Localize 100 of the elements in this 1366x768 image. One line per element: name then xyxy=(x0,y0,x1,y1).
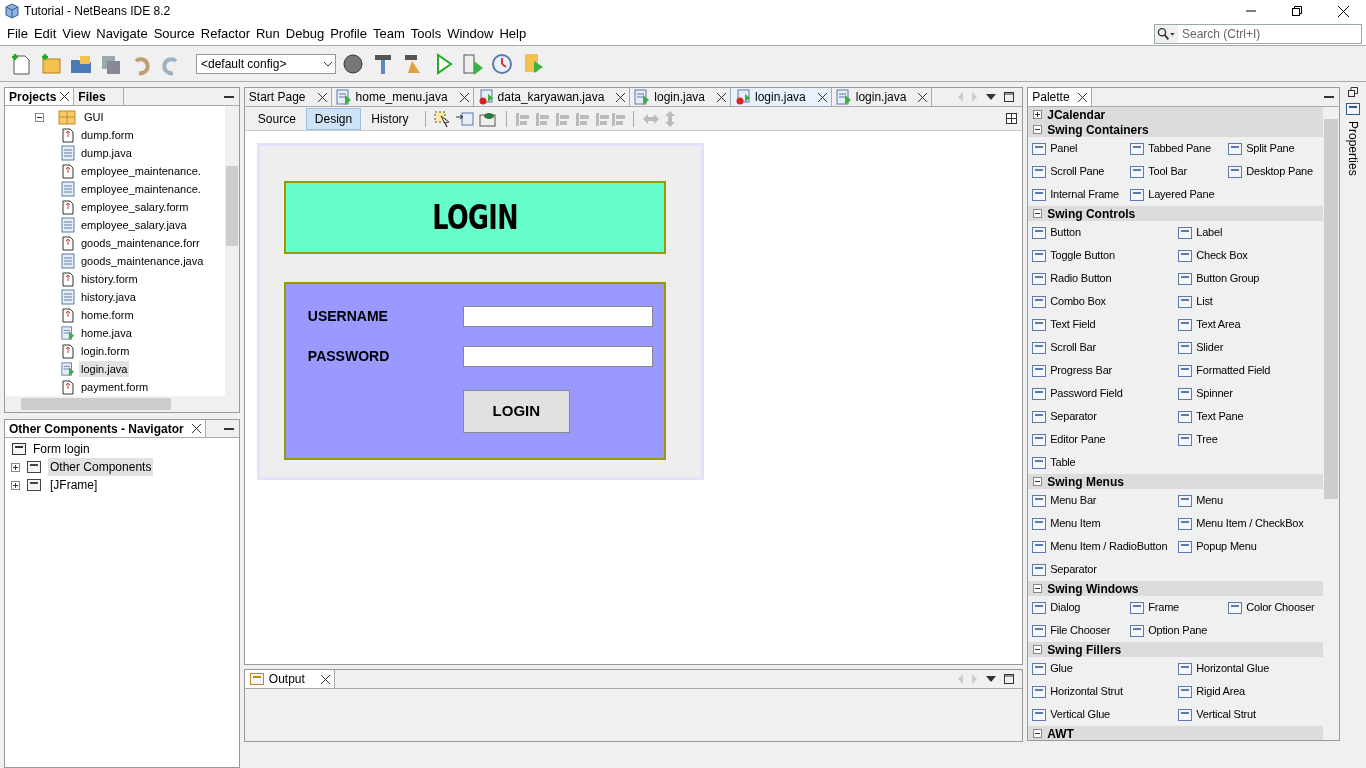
top-menu[interactable]: Team xyxy=(370,23,408,44)
file-node[interactable]: employee_maintenance. xyxy=(79,162,203,180)
palette-item[interactable]: Tree xyxy=(1196,431,1220,448)
top-menu[interactable]: Run xyxy=(252,23,283,44)
file-node[interactable]: login.form xyxy=(79,342,132,360)
palette-item[interactable]: Combo Box xyxy=(1050,293,1108,310)
top-menu[interactable]: Source xyxy=(150,23,198,44)
palette-item[interactable]: Popup Menu xyxy=(1196,538,1259,555)
file-node[interactable]: login.java xyxy=(79,360,130,378)
palette-item[interactable]: List xyxy=(1196,293,1215,310)
palette-item[interactable]: Dialog xyxy=(1050,599,1083,616)
close-icon[interactable] xyxy=(320,674,330,684)
file-node[interactable]: employee_salary.java xyxy=(79,216,189,234)
properties-tab[interactable]: Properties xyxy=(1344,121,1362,176)
palette-item[interactable]: Horizontal Glue xyxy=(1196,660,1272,677)
palette-item[interactable]: Text Field xyxy=(1050,316,1098,333)
dropdown-icon[interactable] xyxy=(986,94,997,100)
palette-item[interactable]: Button xyxy=(1050,224,1083,241)
palette-item[interactable]: Glue xyxy=(1050,660,1075,677)
palette-item[interactable]: Menu Item / CheckBox xyxy=(1196,515,1306,532)
file-node[interactable]: employee_maintenance. xyxy=(79,180,203,198)
top-menu[interactable]: Window xyxy=(444,23,497,44)
close-icon[interactable] xyxy=(317,92,327,102)
palette-category[interactable]: Swing Windows xyxy=(1028,581,1323,596)
dropdown-icon[interactable] xyxy=(986,676,997,682)
palette-item[interactable]: Internal Frame xyxy=(1050,186,1121,203)
palette-item[interactable]: Frame xyxy=(1148,599,1181,616)
palette-item[interactable]: Scroll Pane xyxy=(1050,163,1107,180)
palette-item[interactable]: Formatted Field xyxy=(1196,362,1273,379)
top-menu[interactable]: View xyxy=(59,23,94,44)
palette-item[interactable]: Menu Item / RadioButton xyxy=(1050,538,1170,555)
palette-item[interactable]: Radio Button xyxy=(1050,270,1114,287)
palette-item[interactable]: Password Field xyxy=(1050,385,1125,402)
palette-item[interactable]: Split Pane xyxy=(1246,140,1297,157)
close-icon[interactable] xyxy=(60,92,70,101)
config-dropdown[interactable]: <default config> xyxy=(196,53,336,74)
top-menu[interactable]: Profile xyxy=(327,23,370,44)
expand-icon[interactable] xyxy=(11,480,20,490)
view-tab[interactable]: Source xyxy=(248,107,305,130)
close-icon[interactable] xyxy=(717,92,727,102)
top-menu[interactable]: Refactor xyxy=(197,23,253,44)
palette-category[interactable]: JCalendar xyxy=(1028,107,1323,122)
file-node[interactable]: goods_maintenance.forr xyxy=(79,234,202,252)
close-icon[interactable] xyxy=(459,92,469,102)
top-menu[interactable]: Tools xyxy=(407,23,445,44)
palette-item[interactable]: Scroll Bar xyxy=(1050,339,1098,356)
palette-category[interactable]: Swing Fillers xyxy=(1028,642,1323,657)
close-icon[interactable] xyxy=(817,92,827,102)
text-field[interactable] xyxy=(462,345,653,367)
top-menu[interactable]: File xyxy=(4,23,31,44)
close-icon[interactable] xyxy=(918,92,928,102)
palette-item[interactable]: Toggle Button xyxy=(1050,247,1117,264)
palette-item[interactable]: Menu xyxy=(1196,492,1225,509)
view-tab[interactable]: History xyxy=(362,107,418,130)
palette-item[interactable]: Check Box xyxy=(1196,247,1250,264)
file-node[interactable]: dump.form xyxy=(79,126,136,144)
maximize-icon[interactable] xyxy=(1004,674,1015,684)
top-menu[interactable]: Edit xyxy=(30,23,60,44)
file-node[interactable]: employee_salary.form xyxy=(79,198,191,216)
expand-icon[interactable] xyxy=(11,462,20,472)
palette-item[interactable]: Menu Item xyxy=(1050,515,1103,532)
palette-category[interactable]: Swing Controls xyxy=(1028,206,1323,221)
palette-item[interactable]: Editor Pane xyxy=(1050,431,1108,448)
palette-category[interactable]: Swing Containers xyxy=(1028,122,1323,137)
palette-item[interactable]: Vertical Strut xyxy=(1196,706,1258,723)
editor-tab[interactable]: login.java xyxy=(731,88,832,106)
form-node[interactable]: Form login xyxy=(33,440,90,458)
scrollbar[interactable] xyxy=(5,396,239,412)
maximize-icon[interactable] xyxy=(1004,92,1015,102)
top-menu[interactable]: Help xyxy=(496,23,530,44)
palette-item[interactable]: Separator xyxy=(1050,561,1099,578)
palette-item[interactable]: Tool Bar xyxy=(1148,163,1189,180)
palette-item[interactable]: Slider xyxy=(1196,339,1226,356)
file-node[interactable]: dump.java xyxy=(79,144,134,162)
palette-item[interactable]: Desktop Pane xyxy=(1246,163,1315,180)
palette-item[interactable]: Progress Bar xyxy=(1050,362,1115,379)
file-node[interactable]: payment.form xyxy=(79,378,151,396)
file-node[interactable]: home.java xyxy=(79,324,134,342)
palette-item[interactable]: Label xyxy=(1196,224,1225,241)
component-node[interactable]: Other Components xyxy=(48,458,154,476)
text-field[interactable] xyxy=(462,305,653,327)
palette-item[interactable]: Vertical Glue xyxy=(1050,706,1112,723)
component-node[interactable]: [JFrame] xyxy=(48,476,100,494)
palette-item[interactable]: Button Group xyxy=(1196,270,1262,287)
palette-item[interactable]: File Chooser xyxy=(1050,622,1113,639)
palette-item[interactable]: Table xyxy=(1050,454,1078,471)
palette-item[interactable]: Option Pane xyxy=(1148,622,1210,639)
top-menu[interactable]: Debug xyxy=(282,23,328,44)
top-menu[interactable]: Navigate xyxy=(93,23,151,44)
package-node[interactable]: GUI xyxy=(84,108,104,126)
palette-item[interactable]: Horizontal Strut xyxy=(1050,683,1125,700)
login-button[interactable]: LOGIN xyxy=(462,390,570,433)
palette-item[interactable]: Tabbed Pane xyxy=(1148,140,1213,157)
palette-item[interactable]: Panel xyxy=(1050,140,1080,157)
file-node[interactable]: history.form xyxy=(79,270,140,288)
palette-item[interactable]: Separator xyxy=(1050,408,1099,425)
scrollbar[interactable] xyxy=(224,106,239,396)
palette-category[interactable]: Swing Menus xyxy=(1028,474,1323,489)
file-node[interactable]: home.form xyxy=(79,306,136,324)
palette-item[interactable]: Color Chooser xyxy=(1246,599,1317,616)
